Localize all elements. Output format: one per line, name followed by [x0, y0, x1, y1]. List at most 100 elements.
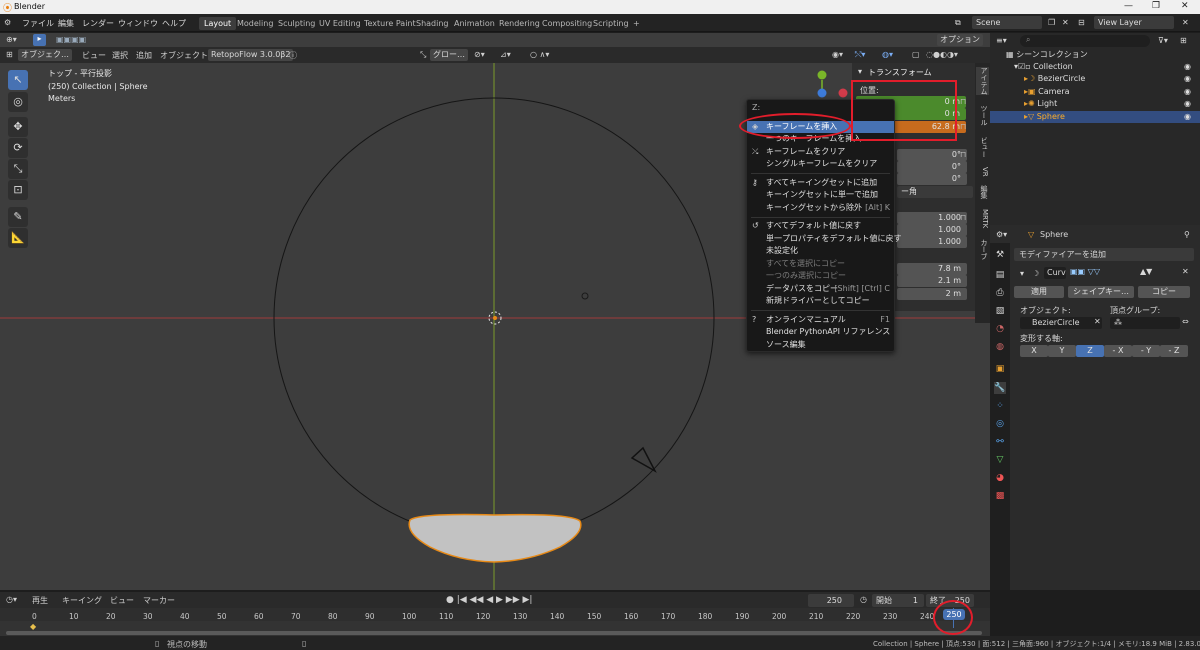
view-layer-close-icon[interactable]: ✕	[1182, 18, 1189, 27]
dimension-y-field[interactable]: 2.1 m	[897, 275, 967, 287]
object-field[interactable]: BezierCircle	[1020, 317, 1102, 329]
proportional-icon[interactable]: ○ ∧▾	[530, 50, 549, 59]
lock-icon[interactable]: ⊓	[960, 97, 966, 106]
outliner-search-input[interactable]: ⌕	[1020, 35, 1150, 47]
scene-field[interactable]: Scene	[972, 16, 1042, 29]
select-box-tool-icon[interactable]: ▸	[33, 34, 46, 46]
mode-dropdown[interactable]: オブジェク…	[18, 49, 72, 61]
output-tab-icon[interactable]: ⎙	[994, 287, 1006, 299]
clear-keyframe-item[interactable]: ⤯ キーフレームをクリア	[747, 146, 894, 158]
maximize-button[interactable]: ❐	[1152, 1, 1160, 11]
material-tab-icon[interactable]: ◕	[994, 472, 1006, 484]
overlay-icon[interactable]: ◍▾	[882, 50, 893, 59]
measure-tool-icon[interactable]: 📐	[8, 228, 28, 248]
scale-z-field[interactable]: 1.000	[897, 236, 967, 248]
visibility-eye-icon[interactable]: ◉	[1184, 61, 1191, 73]
selection-mode-icons[interactable]: ▣▣▣▣	[56, 35, 86, 44]
outliner-beziercircle-row[interactable]: ▸☽ BezierCircle ◉	[990, 73, 1200, 85]
scene-tab-icon[interactable]: ◔	[994, 323, 1006, 335]
modifier-move-icons[interactable]: ▲▼	[1140, 267, 1152, 276]
rotation-y-field[interactable]: 0°	[897, 161, 967, 173]
menu-marker[interactable]: マーカー	[143, 595, 175, 606]
reset-single-default-item[interactable]: 単一プロパティをデフォルト値に戻す	[747, 233, 902, 245]
viewport-editor-icon[interactable]: ⊞	[6, 50, 13, 59]
scale-tool-icon[interactable]: ⤡	[8, 159, 28, 179]
menu-playback[interactable]: 再生	[32, 595, 48, 606]
filter-icon[interactable]: ⊽▾	[1158, 36, 1168, 45]
rotation-mode-dropdown[interactable]: ー角	[897, 186, 973, 198]
menu-select[interactable]: 選択	[112, 50, 128, 61]
menu-object[interactable]: オブジェクト	[160, 50, 208, 61]
python-api-item[interactable]: Blender PythonAPI リファレンス	[747, 326, 894, 338]
menu-keying[interactable]: キーイング	[62, 595, 102, 606]
visibility-eye-icon[interactable]: ◉	[1184, 86, 1191, 98]
visibility-eye-icon[interactable]: ◉	[1184, 73, 1191, 85]
dimension-z-field[interactable]: 2 m	[897, 288, 967, 300]
texture-tab-icon[interactable]: ▩	[994, 490, 1006, 502]
current-frame-field[interactable]: 250	[808, 594, 854, 607]
tab-shading[interactable]: Shading	[411, 17, 454, 30]
tab-mrtk[interactable]: MRTK	[976, 209, 989, 228]
gizmo-icon[interactable]: ⤲▾	[855, 50, 865, 60]
menu-window[interactable]: ウィンドウ	[118, 18, 158, 29]
minimize-button[interactable]: —	[1124, 1, 1133, 11]
visibility-eye-icon[interactable]: ◉	[1184, 111, 1191, 123]
modifier-tab-icon[interactable]: 🔧	[994, 382, 1006, 394]
axis-neg-x-button[interactable]: - X	[1104, 345, 1132, 357]
menu-help[interactable]: ヘルプ	[162, 18, 186, 29]
tab-scripting[interactable]: Scripting	[588, 17, 634, 30]
axis-y-button[interactable]: Y	[1048, 345, 1076, 357]
outliner-sphere-row[interactable]: ▸▽ Sphere ◉	[990, 111, 1200, 123]
dimension-x-field[interactable]: 7.8 m	[897, 263, 967, 275]
scene-collection-row[interactable]: ▦ シーンコレクション	[990, 49, 1200, 61]
rotation-x-field[interactable]: 0°	[897, 149, 967, 161]
tab-vr[interactable]: VR	[976, 167, 989, 177]
invert-vgroup-icon[interactable]: ⇔	[1182, 317, 1189, 326]
scale-x-field[interactable]: 1.000	[897, 212, 967, 224]
timeline-scrollbar[interactable]	[6, 631, 982, 635]
object-field-clear-icon[interactable]: ✕	[1094, 317, 1101, 326]
cursor-tool-icon[interactable]: ◎	[8, 92, 28, 112]
rotate-tool-icon[interactable]: ⟳	[8, 138, 28, 158]
vgroup-field[interactable]: ⁂	[1110, 317, 1180, 329]
modifier-remove-icon[interactable]: ✕	[1182, 267, 1189, 276]
menu-edit[interactable]: 編集	[58, 18, 74, 29]
outliner-light-row[interactable]: ▸✺ Light ◉	[990, 98, 1200, 110]
add-all-keying-set-item[interactable]: ⚷ すべてキーイングセットに追加	[747, 177, 894, 189]
particle-tab-icon[interactable]: ⁘	[994, 400, 1006, 412]
online-manual-item[interactable]: ? オンラインマニュアル F1	[747, 314, 894, 326]
editor-type-icon[interactable]: ⊕▾	[6, 35, 17, 44]
tab-layout[interactable]: Layout	[199, 17, 237, 30]
transform-tool-icon[interactable]: ⊡	[8, 180, 28, 200]
menu-add[interactable]: 追加	[136, 50, 152, 61]
orientation-dropdown[interactable]: グロー…	[430, 49, 468, 61]
rotation-z-field[interactable]: 0°	[897, 173, 967, 185]
world-tab-icon[interactable]: ◍	[994, 341, 1006, 353]
unset-item[interactable]: 未設定化	[747, 245, 894, 257]
render-tab-icon[interactable]: ▤	[994, 269, 1006, 281]
timeline-editor-icon[interactable]: ◷▾	[6, 595, 17, 604]
edit-source-item[interactable]: ソース編集	[747, 339, 894, 351]
data-tab-icon[interactable]: ▽	[994, 454, 1006, 466]
object-tab-icon[interactable]: ▣	[994, 363, 1006, 375]
pivot-icon[interactable]: ⊘▾	[474, 50, 485, 59]
start-frame-field[interactable]: 開始 1	[872, 594, 924, 607]
tab-edit[interactable]: 編集	[976, 185, 989, 199]
new-collection-icon[interactable]: ⊞	[1180, 36, 1187, 45]
axis-z-button[interactable]: Z	[1076, 345, 1104, 357]
visibility-icon[interactable]: ◉▾	[832, 50, 843, 59]
modifier-name-input[interactable]: Curv	[1044, 267, 1066, 279]
blender-menu-icon[interactable]: ⚙	[4, 18, 11, 27]
add-workspace-button[interactable]: +	[628, 17, 645, 30]
lock-icon[interactable]: ⊓	[960, 122, 966, 131]
add-modifier-dropdown[interactable]: モディファイアーを追加	[1014, 248, 1194, 261]
pin-icon[interactable]: ⚲	[1184, 230, 1190, 239]
view-layer-tab-icon[interactable]: ▧	[994, 305, 1006, 317]
panel-collapse-icon[interactable]: ▾	[858, 67, 862, 76]
tab-animation[interactable]: Animation	[449, 17, 500, 30]
view-layer-field[interactable]: View Layer	[1094, 16, 1174, 29]
apply-button[interactable]: 適用	[1014, 286, 1064, 298]
clock-icon[interactable]: ◷	[860, 595, 867, 604]
help-icon[interactable]: ⓘ	[289, 50, 297, 61]
physics-tab-icon[interactable]: ◎	[994, 418, 1006, 430]
